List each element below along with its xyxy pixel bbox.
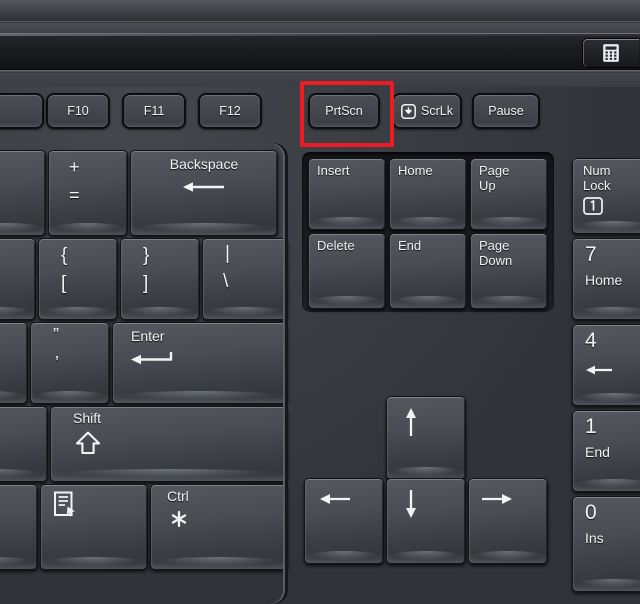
arrow-up-icon: [403, 407, 419, 441]
calculator-hotkey-button[interactable]: [582, 38, 639, 68]
backspace-arrow-icon: [182, 181, 226, 197]
key-end[interactable]: End: [389, 233, 467, 309]
shift-up-arrow-icon: [75, 431, 101, 459]
key-numpad-1[interactable]: 1 End: [572, 410, 640, 492]
arrow-left-icon: [319, 491, 351, 511]
key-p-partial[interactable]: [0, 238, 36, 320]
scroll-lock-icon: [401, 103, 416, 119]
key-legend: End: [398, 238, 422, 253]
key-minus-underscore[interactable]: [0, 150, 46, 236]
key-page-up[interactable]: Page Up: [470, 158, 548, 230]
key-legend: Num Lock: [583, 163, 611, 193]
key-delete[interactable]: Delete: [308, 233, 386, 309]
key-legend-top: {: [61, 245, 68, 266]
key-legend-top: 4: [585, 329, 597, 352]
enter-arrow-icon: [129, 351, 175, 369]
key-legend: Page Up: [479, 163, 510, 193]
key-legend-top: Shift: [73, 410, 102, 426]
key-legend-bottom: Home: [585, 272, 623, 288]
key-shift-right[interactable]: Shift: [50, 406, 288, 482]
keyboard-photo: F10 F11 F12 PrtScn ScrLk Pause + = Backs…: [0, 0, 640, 604]
function-key-f10[interactable]: F10: [46, 93, 110, 129]
chassis-gloss-strip: [0, 33, 640, 70]
key-numpad-4[interactable]: 4: [572, 324, 640, 406]
key-arrow-up[interactable]: [386, 396, 466, 480]
key-legend: Home: [398, 163, 433, 178]
key-num-lock[interactable]: Num Lock: [572, 158, 640, 234]
key-insert[interactable]: Insert: [308, 158, 386, 230]
key-legend-top: 1: [585, 415, 597, 438]
key-numpad-0[interactable]: 0 Ins: [572, 496, 640, 592]
key-legend-top: ”: [53, 325, 59, 345]
arrow-down-icon: [403, 489, 419, 523]
key-arrow-left[interactable]: [304, 478, 384, 564]
key-legend-top: 0: [585, 501, 597, 524]
key-slash-partial[interactable]: [0, 406, 48, 482]
function-key-prtscn[interactable]: PrtScn: [308, 93, 380, 129]
function-key-label: F10: [67, 104, 89, 118]
key-legend: Page Down: [479, 238, 513, 268]
key-bracket-left[interactable]: { [: [38, 238, 118, 320]
function-key-pause[interactable]: Pause: [472, 93, 540, 129]
function-key-label: PrtScn: [325, 104, 363, 118]
context-menu-icon: [53, 491, 77, 521]
key-legend: Insert: [317, 163, 350, 178]
chassis-deck-lower: [0, 73, 640, 87]
key-context-menu[interactable]: [40, 484, 148, 570]
numlock-indicator-icon: [583, 197, 603, 219]
key-legend-bottom: [: [61, 273, 67, 294]
key-legend-top: Ctrl: [167, 488, 189, 504]
key-legend-bottom: ’: [55, 353, 59, 373]
key-arrow-right[interactable]: [468, 478, 548, 564]
key-legend-top: |: [225, 243, 230, 264]
function-key-label: F11: [143, 104, 165, 118]
key-legend-top: }: [143, 245, 150, 266]
asterisk-icon: [169, 509, 189, 533]
key-backslash[interactable]: | \: [202, 238, 288, 320]
key-ctrl-right[interactable]: Ctrl: [150, 484, 288, 570]
key-enter[interactable]: Enter: [112, 322, 288, 404]
arrow-right-icon: [481, 491, 513, 511]
function-key-label: F12: [219, 104, 241, 118]
function-key-partial[interactable]: [0, 93, 44, 129]
function-key-scrlk[interactable]: ScrLk: [392, 93, 462, 129]
arrow-left-icon: [585, 363, 613, 381]
key-quote-apostrophe[interactable]: ” ’: [30, 322, 110, 404]
key-arrow-down[interactable]: [386, 478, 466, 564]
key-legend-bottom: =: [69, 185, 80, 205]
key-legend-bottom: Ins: [585, 530, 604, 546]
key-home[interactable]: Home: [389, 158, 467, 230]
key-numpad-7[interactable]: 7 Home: [572, 238, 640, 320]
key-backspace[interactable]: Backspace: [130, 150, 278, 236]
chassis-top-edge: [0, 0, 640, 22]
key-legend-bottom: ]: [143, 273, 149, 294]
key-legend-top: +: [69, 157, 80, 177]
calculator-icon: [603, 44, 619, 62]
key-legend-top: Backspace: [169, 156, 239, 172]
function-key-f11[interactable]: F11: [122, 93, 186, 129]
key-semicolon-partial[interactable]: [0, 322, 28, 404]
function-key-label: ScrLk: [421, 104, 453, 118]
key-equals-plus[interactable]: + =: [48, 150, 128, 236]
key-legend: Delete: [317, 238, 355, 253]
chassis-gloss-highlight: [0, 34, 640, 36]
key-legend-bottom: \: [223, 271, 229, 292]
function-key-label: Pause: [488, 104, 524, 118]
key-bracket-right[interactable]: } ]: [120, 238, 200, 320]
key-legend-top: 7: [585, 243, 597, 266]
function-key-f12[interactable]: F12: [198, 93, 262, 129]
key-page-down[interactable]: Page Down: [470, 233, 548, 309]
key-alt-partial[interactable]: [0, 484, 38, 570]
key-legend-top: Enter: [131, 328, 165, 344]
key-legend-bottom: End: [585, 444, 610, 460]
